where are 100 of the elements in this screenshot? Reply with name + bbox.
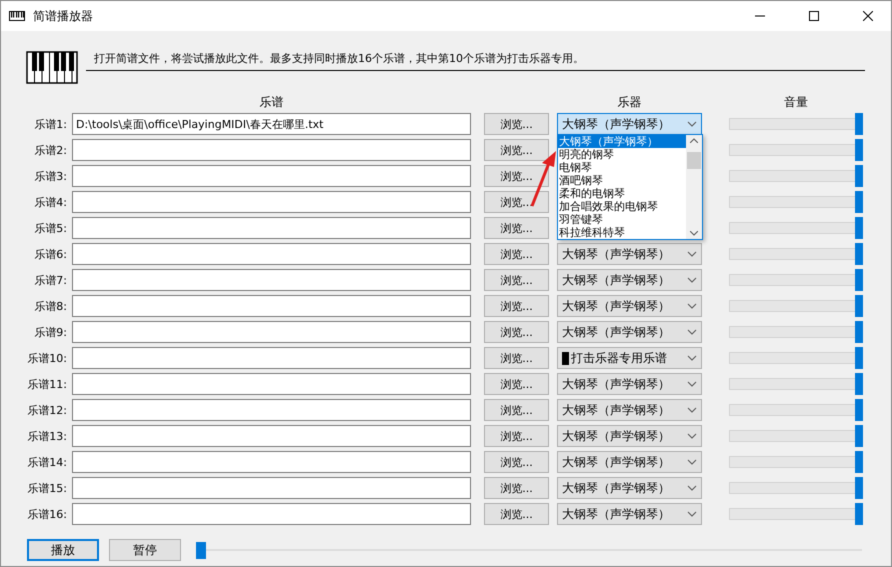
volume-slider[interactable] [729, 165, 863, 187]
score-label: 乐谱12: [26, 402, 67, 418]
file-path-field[interactable] [72, 139, 471, 161]
instrument-dropdown[interactable]: 大钢琴（声学钢琴） [557, 243, 702, 265]
volume-slider[interactable] [729, 347, 863, 369]
score-label: 乐谱11: [26, 376, 67, 392]
slider-thumb[interactable] [855, 243, 863, 265]
scroll-down-icon[interactable] [690, 231, 698, 236]
slider-thumb[interactable] [855, 451, 863, 473]
dropdown-option[interactable]: 科拉维科特琴 [558, 226, 686, 239]
volume-slider[interactable] [729, 269, 863, 291]
slider-thumb[interactable] [855, 503, 863, 525]
file-path-field[interactable] [72, 477, 471, 499]
volume-slider[interactable] [729, 243, 863, 265]
browse-button[interactable]: 浏览... [484, 295, 549, 317]
browse-button[interactable]: 浏览... [484, 373, 549, 395]
file-path-field[interactable] [72, 347, 471, 369]
browse-button[interactable]: 浏览... [484, 503, 549, 525]
slider-thumb[interactable] [855, 191, 863, 213]
maximize-icon[interactable] [809, 11, 819, 21]
instrument-dropdown[interactable]: 大钢琴（声学钢琴） [557, 503, 702, 525]
instrument-dropdown[interactable]: 大钢琴（声学钢琴） [557, 295, 702, 317]
slider-thumb[interactable] [855, 399, 863, 421]
volume-slider[interactable] [729, 113, 863, 135]
slider-thumb[interactable] [855, 321, 863, 343]
volume-slider[interactable] [729, 295, 863, 317]
slider-thumb[interactable] [855, 113, 863, 135]
slider-thumb[interactable] [855, 165, 863, 187]
file-path-field[interactable] [72, 217, 471, 239]
browse-button[interactable]: 浏览... [484, 425, 549, 447]
slider-thumb[interactable] [855, 295, 863, 317]
instrument-dropdown[interactable]: 大钢琴（声学钢琴） [557, 451, 702, 473]
close-icon[interactable] [863, 11, 873, 21]
instrument-dropdown[interactable]: 大钢琴（声学钢琴） [557, 425, 702, 447]
volume-slider[interactable] [729, 477, 863, 499]
pause-button[interactable]: 暂停 [109, 539, 181, 561]
file-path-field[interactable]: D:\tools\桌面\office\PlayingMIDI\春天在哪里.txt [72, 113, 471, 135]
volume-slider[interactable] [729, 399, 863, 421]
instrument-dropdown[interactable]: 大钢琴（声学钢琴） [557, 269, 702, 291]
block-icon [562, 352, 569, 364]
volume-slider[interactable] [729, 217, 863, 239]
scrollbar[interactable] [686, 135, 702, 239]
browse-button[interactable]: 浏览... [484, 113, 549, 135]
browse-button[interactable]: 浏览... [484, 477, 549, 499]
score-label: 乐谱1: [33, 116, 67, 132]
score-label: 乐谱2: [33, 142, 67, 158]
browse-button[interactable]: 浏览... [484, 451, 549, 473]
browse-button[interactable]: 浏览... [484, 321, 549, 343]
slider-thumb[interactable] [196, 542, 206, 559]
progress-slider[interactable] [196, 539, 862, 561]
file-path-field[interactable] [72, 295, 471, 317]
slider-thumb[interactable] [855, 139, 863, 161]
file-path-field[interactable] [72, 503, 471, 525]
column-header: 乐器 [616, 94, 642, 110]
slider-thumb[interactable] [855, 477, 863, 499]
chevron-down-icon [687, 277, 697, 283]
browse-button[interactable]: 浏览... [484, 347, 549, 369]
file-path-field[interactable] [72, 399, 471, 421]
slider-thumb[interactable] [855, 425, 863, 447]
file-path-field[interactable] [72, 321, 471, 343]
slider-thumb[interactable] [855, 373, 863, 395]
browse-button[interactable]: 浏览... [484, 269, 549, 291]
scroll-up-icon[interactable] [690, 138, 698, 143]
slider-thumb[interactable] [855, 269, 863, 291]
browse-button[interactable]: 浏览... [484, 139, 549, 161]
browse-button[interactable]: 浏览... [484, 243, 549, 265]
slider-thumb[interactable] [855, 347, 863, 369]
chevron-down-icon [687, 511, 697, 517]
instrument-dropdown[interactable]: 大钢琴（声学钢琴） [557, 399, 702, 421]
volume-slider[interactable] [729, 139, 863, 161]
file-path-field[interactable] [72, 425, 471, 447]
file-path-field[interactable] [72, 373, 471, 395]
instrument-dropdown[interactable]: 大钢琴（声学钢琴） [557, 373, 702, 395]
chevron-down-icon [687, 381, 697, 387]
volume-slider[interactable] [729, 425, 863, 447]
dropdown-option[interactable]: 大钢琴（声学钢琴） [558, 135, 686, 148]
volume-slider[interactable] [729, 451, 863, 473]
browse-button[interactable]: 浏览... [484, 165, 549, 187]
slider-thumb[interactable] [855, 217, 863, 239]
play-button[interactable]: 播放 [27, 539, 99, 561]
volume-slider[interactable] [729, 373, 863, 395]
score-label: 乐谱15: [26, 480, 67, 496]
instrument-dropdown[interactable]: 大钢琴（声学钢琴） [557, 113, 702, 135]
piano-icon [9, 11, 25, 21]
browse-button[interactable]: 浏览... [484, 217, 549, 239]
file-path-field[interactable] [72, 243, 471, 265]
volume-slider[interactable] [729, 321, 863, 343]
scroll-thumb[interactable] [687, 152, 701, 169]
file-path-field[interactable] [72, 191, 471, 213]
instrument-dropdown[interactable]: 打击乐器专用乐谱 [557, 347, 702, 369]
volume-slider[interactable] [729, 503, 863, 525]
score-label: 乐谱13: [26, 428, 67, 444]
file-path-field[interactable] [72, 451, 471, 473]
volume-slider[interactable] [729, 191, 863, 213]
browse-button[interactable]: 浏览... [484, 399, 549, 421]
window-title: 简谱播放器 [33, 8, 94, 24]
file-path-field[interactable] [72, 269, 471, 291]
instrument-dropdown[interactable]: 大钢琴（声学钢琴） [557, 477, 702, 499]
file-path-field[interactable] [72, 165, 471, 187]
instrument-dropdown[interactable]: 大钢琴（声学钢琴） [557, 321, 702, 343]
